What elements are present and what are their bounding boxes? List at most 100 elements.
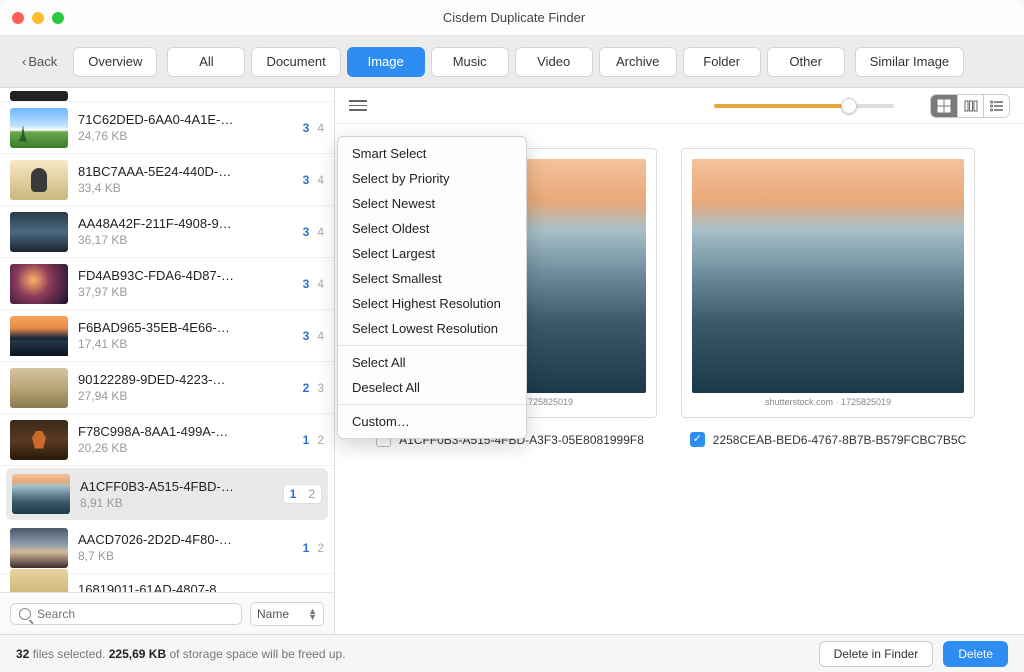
list-item-meta: A1CFF0B3-A515-4FBD-… 8,91 KB — [80, 479, 273, 510]
total-count: 4 — [317, 277, 324, 291]
back-button[interactable]: ‹ Back — [16, 50, 63, 73]
preview-file-name: 2258CEAB-BED6-4767-8B7B-B579FCBC7B5C — [713, 433, 966, 447]
menu-item[interactable]: Custom… — [338, 409, 526, 434]
total-count: 2 — [302, 484, 322, 504]
view-list-button[interactable] — [983, 95, 1009, 117]
tab-similar-image[interactable]: Similar Image — [855, 47, 964, 77]
selected-count: 32 — [16, 647, 29, 661]
file-name: A1CFF0B3-A515-4FBD-… — [80, 479, 273, 494]
list-item[interactable]: 81BC7AAA-5E24-440D-… 33,4 KB 34 — [0, 154, 334, 206]
footer: 32 files selected. 225,69 KB of storage … — [0, 634, 1024, 672]
file-list[interactable]: 71C62DED-6AA0-4A1E-… 24,76 KB 34 81BC7AA… — [0, 88, 334, 592]
duplicate-counts: 34 — [303, 173, 324, 187]
file-name: AA48A42F-211F-4908-9… — [78, 216, 293, 231]
tab-document[interactable]: Document — [251, 47, 340, 77]
list-item-meta: 16819011-61AD-4807-8… — [78, 582, 324, 593]
menu-item[interactable]: Select All — [338, 350, 526, 375]
list-item[interactable]: 90122289-9DED-4223-… 27,94 KB 23 — [0, 362, 334, 414]
list-item[interactable]: AACD7026-2D2D-4F80-… 8,7 KB 12 — [0, 522, 334, 574]
duplicate-counts: 23 — [303, 381, 324, 395]
preview-label-row: 2258CEAB-BED6-4767-8B7B-B579FCBC7B5C — [690, 432, 966, 447]
file-size: 20,26 KB — [78, 441, 293, 455]
close-icon[interactable] — [12, 12, 24, 24]
view-mode-segment — [930, 94, 1010, 118]
list-item-meta: 90122289-9DED-4223-… 27,94 KB — [78, 372, 293, 403]
menu-item[interactable]: Deselect All — [338, 375, 526, 400]
list-item-partial-top[interactable] — [0, 88, 334, 102]
select-context-menu: Smart SelectSelect by PrioritySelect New… — [337, 136, 527, 439]
preview-image-frame: shutterstock.com · 1725825019 — [681, 148, 975, 418]
delete-in-finder-button[interactable]: Delete in Finder — [819, 641, 934, 667]
sort-select[interactable]: Name ▲▼ — [250, 602, 324, 626]
tab-archive[interactable]: Archive — [599, 47, 677, 77]
thumbnail — [10, 108, 68, 148]
tab-overview[interactable]: Overview — [73, 47, 157, 77]
select-menu-button[interactable] — [349, 97, 367, 115]
selected-count: 3 — [303, 121, 310, 135]
list-item-meta: AA48A42F-211F-4908-9… 36,17 KB — [78, 216, 293, 247]
tab-other[interactable]: Other — [767, 47, 845, 77]
menu-item[interactable]: Select Newest — [338, 191, 526, 216]
selected-count-label: files selected. — [29, 647, 108, 661]
preview-card[interactable]: shutterstock.com · 1725825019 2258CEAB-B… — [681, 148, 975, 447]
thumbnail — [10, 569, 68, 592]
menu-item[interactable]: Select Highest Resolution — [338, 291, 526, 316]
menu-separator — [338, 404, 526, 405]
grid-icon — [937, 99, 951, 113]
thumbnail — [10, 528, 68, 568]
menu-item[interactable]: Smart Select — [338, 141, 526, 166]
delete-button[interactable]: Delete — [943, 641, 1008, 667]
menu-item[interactable]: Select Smallest — [338, 266, 526, 291]
total-count: 4 — [317, 121, 324, 135]
zoom-slider[interactable] — [714, 104, 894, 108]
main-panel: shutterstock.com · 1725825019 A1CFF0B3-A… — [335, 88, 1024, 634]
total-count: 3 — [317, 381, 324, 395]
list-item-meta: F6BAD965-35EB-4E66-… 17,41 KB — [78, 320, 293, 351]
list-item[interactable]: 16819011-61AD-4807-8… — [0, 574, 334, 592]
menu-item[interactable]: Select Lowest Resolution — [338, 316, 526, 341]
list-icon — [990, 99, 1004, 113]
list-item[interactable]: F78C998A-8AA1-499A-… 20,26 KB 12 — [0, 414, 334, 466]
stepper-icon: ▲▼ — [308, 608, 317, 620]
sort-label: Name — [257, 607, 289, 621]
back-label: Back — [28, 54, 57, 69]
minimize-icon[interactable] — [32, 12, 44, 24]
file-name: FD4AB93C-FDA6-4D87-… — [78, 268, 293, 283]
view-grid-button[interactable] — [931, 95, 957, 117]
selected-count: 3 — [303, 329, 310, 343]
selected-count: 3 — [303, 225, 310, 239]
list-item[interactable]: F6BAD965-35EB-4E66-… 17,41 KB 34 — [0, 310, 334, 362]
tab-folder[interactable]: Folder — [683, 47, 761, 77]
list-item[interactable]: FD4AB93C-FDA6-4D87-… 37,97 KB 34 — [0, 258, 334, 310]
tab-image[interactable]: Image — [347, 47, 425, 77]
file-size: 33,4 KB — [78, 181, 293, 195]
toolbar: ‹ Back Overview All Document Image Music… — [0, 36, 1024, 88]
list-item[interactable]: 71C62DED-6AA0-4A1E-… 24,76 KB 34 — [0, 102, 334, 154]
menu-item[interactable]: Select by Priority — [338, 166, 526, 191]
slider-fill — [714, 104, 849, 108]
list-item[interactable]: A1CFF0B3-A515-4FBD-… 8,91 KB 12 — [6, 468, 328, 520]
file-name: 71C62DED-6AA0-4A1E-… — [78, 112, 293, 127]
tab-video[interactable]: Video — [515, 47, 593, 77]
menu-item[interactable]: Select Largest — [338, 241, 526, 266]
duplicate-counts: 34 — [303, 121, 324, 135]
list-item[interactable]: AA48A42F-211F-4908-9… 36,17 KB 34 — [0, 206, 334, 258]
search-input[interactable] — [37, 607, 233, 621]
search-field[interactable] — [10, 603, 242, 625]
tab-music[interactable]: Music — [431, 47, 509, 77]
view-columns-button[interactable] — [957, 95, 983, 117]
duplicate-counts: 12 — [283, 484, 322, 504]
tab-all[interactable]: All — [167, 47, 245, 77]
file-name: 16819011-61AD-4807-8… — [78, 582, 324, 593]
main-toolbar — [335, 88, 1024, 124]
zoom-icon[interactable] — [52, 12, 64, 24]
menu-item[interactable]: Select Oldest — [338, 216, 526, 241]
window-controls — [12, 12, 64, 24]
preview-checkbox[interactable] — [690, 432, 705, 447]
preview-area: shutterstock.com · 1725825019 A1CFF0B3-A… — [335, 124, 1024, 634]
selected-count: 1 — [303, 433, 310, 447]
file-size: 8,91 KB — [80, 496, 273, 510]
body: 71C62DED-6AA0-4A1E-… 24,76 KB 34 81BC7AA… — [0, 88, 1024, 634]
slider-thumb[interactable] — [841, 98, 857, 114]
file-name: F78C998A-8AA1-499A-… — [78, 424, 293, 439]
